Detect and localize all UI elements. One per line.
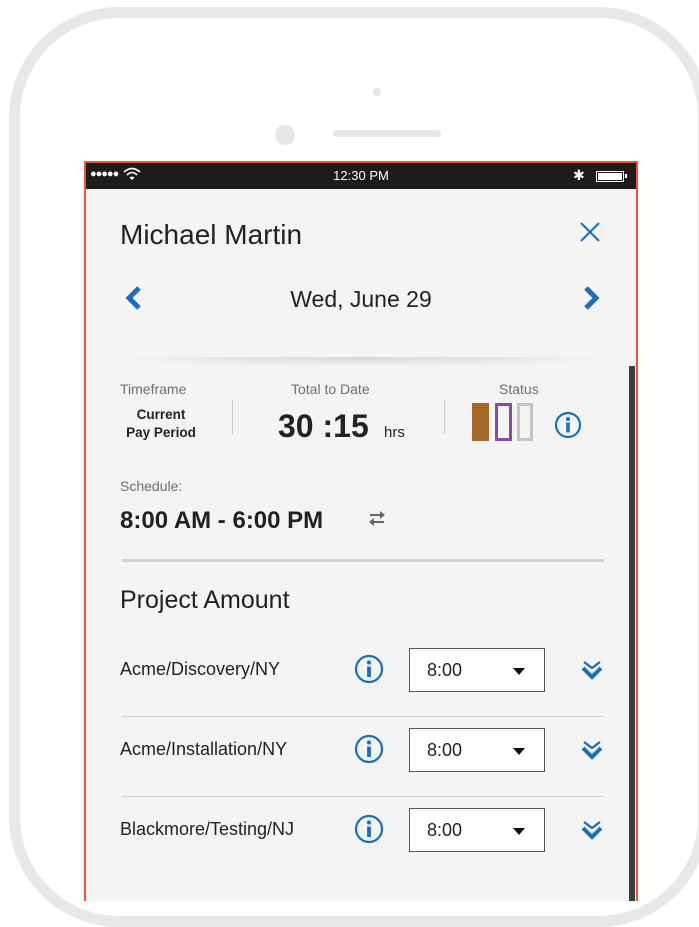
status-indicator-pending — [495, 403, 512, 441]
project-name: Blackmore/Testing/NJ — [120, 819, 295, 839]
header-shadow — [106, 357, 620, 367]
front-camera — [275, 125, 295, 145]
dropdown-caret-icon — [513, 828, 525, 835]
status-bar: ●●●●● 12:30 PM ✱ — [86, 163, 636, 189]
timeframe-value-line2: Pay Period — [126, 425, 196, 440]
battery-icon — [596, 171, 627, 182]
total-to-date-unit: hrs — [384, 424, 405, 441]
project-row: Blackmore/Testing/NJ 8:00 — [86, 797, 636, 877]
timeframe-value-line1: Current — [136, 407, 186, 422]
project-amount-value: 8:00 — [427, 820, 463, 840]
project-name: Acme/Discovery/NY — [120, 659, 281, 679]
section-divider — [122, 559, 604, 562]
proximity-sensor — [373, 88, 381, 96]
summary-divider — [232, 400, 233, 434]
close-icon[interactable] — [576, 218, 604, 246]
project-amount-value: 8:00 — [427, 660, 463, 680]
project-amount-select[interactable]: 8:00 — [409, 648, 545, 692]
employee-header: Michael Martin Wed, June 29 — [86, 189, 636, 359]
project-row: Acme/Installation/NY 8:00 — [86, 717, 636, 797]
expand-chevron-icon[interactable] — [581, 740, 603, 760]
status-info-icon[interactable] — [554, 411, 582, 439]
summary-divider — [444, 400, 445, 434]
dropdown-caret-icon — [513, 668, 525, 675]
total-to-date-label: Total to Date — [291, 381, 370, 397]
earpiece-speaker — [333, 130, 441, 137]
expand-chevron-icon[interactable] — [581, 820, 603, 840]
timeframe-value[interactable]: Current Pay Period — [116, 406, 206, 442]
status-time: 12:30 PM — [333, 168, 389, 183]
status-indicator-filled — [472, 403, 489, 441]
project-info-icon[interactable] — [354, 814, 384, 844]
status-indicator-empty — [517, 403, 533, 441]
bluetooth-icon: ✱ — [573, 167, 585, 183]
timeframe-label: Timeframe — [120, 381, 187, 397]
dropdown-caret-icon — [513, 748, 525, 755]
schedule-value: 8:00 AM - 6:00 PM — [120, 507, 324, 534]
selected-date: Wed, June 29 — [290, 286, 432, 312]
status-label: Status — [499, 381, 539, 397]
app-screen: ●●●●● 12:30 PM ✱ Michael Martin Wed, Jun… — [84, 161, 638, 901]
employee-name: Michael Martin — [120, 219, 303, 250]
swap-arrows-icon[interactable] — [366, 506, 388, 530]
project-info-icon[interactable] — [354, 734, 384, 764]
schedule-label: Schedule: — [120, 478, 183, 494]
next-day-chevron-icon[interactable] — [581, 285, 603, 311]
total-to-date-value: 30 :15 — [278, 408, 369, 444]
project-amount-select[interactable]: 8:00 — [409, 808, 545, 852]
project-amount-select[interactable]: 8:00 — [409, 728, 545, 772]
project-name: Acme/Installation/NY — [120, 739, 288, 759]
project-amount-value: 8:00 — [427, 740, 463, 760]
project-row: Acme/Discovery/NY 8:00 — [86, 637, 636, 717]
project-amount-heading: Project Amount — [120, 586, 290, 614]
expand-chevron-icon[interactable] — [581, 660, 603, 680]
project-info-icon[interactable] — [354, 654, 384, 684]
